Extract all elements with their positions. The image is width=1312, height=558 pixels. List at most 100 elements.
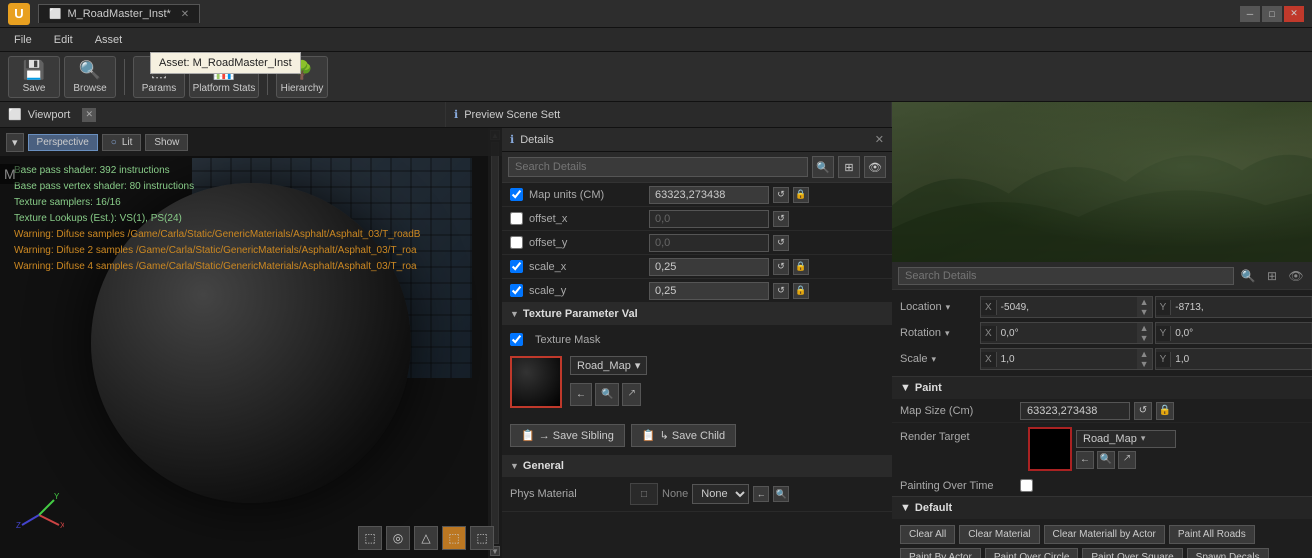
paint-all-roads-btn[interactable]: Paint All Roads [1169,525,1255,544]
rot-x-input[interactable] [997,326,1137,341]
texture-mask-checkbox[interactable] [510,333,523,346]
save-sibling-btn[interactable]: 📋 → Save Sibling [510,424,625,447]
save-button[interactable]: 💾 Save [8,56,60,98]
vp-btn-5[interactable]: ⬚ [470,526,494,550]
lit-btn[interactable]: ○ Lit [102,134,142,151]
browse-button[interactable]: 🔍 Browse [64,56,116,98]
ue-grid-btn[interactable]: ⊞ [1262,266,1282,286]
rt-back-btn[interactable]: ← [1076,451,1094,469]
tab-close-btn[interactable]: ✕ [181,9,189,20]
texture-section-header[interactable]: ▼ Texture Parameter Val [502,303,892,325]
clear-all-btn[interactable]: Clear All [900,525,955,544]
offset-y-input[interactable] [649,234,769,252]
scale-x-input[interactable] [649,258,769,276]
vp-btn-2[interactable]: ◎ [386,526,410,550]
offset-x-input[interactable] [649,210,769,228]
save-sibling-icon: 📋 [521,429,535,442]
loc-y-input[interactable] [1171,300,1311,315]
phys-material-find-btn[interactable]: 🔍 [773,486,789,502]
details-grid-btn[interactable]: ⊞ [838,156,860,178]
scale-x-reset-btn[interactable]: ↺ [773,259,789,275]
main-tab[interactable]: ⬜ M_RoadMaster_Inst* ✕ [38,4,200,23]
clear-material-btn[interactable]: Clear Material [959,525,1039,544]
viewport-tab-close[interactable]: ✕ [82,108,96,122]
phys-material-icon: □ [630,483,658,505]
details-search-input[interactable] [508,157,808,177]
spawn-decals-btn[interactable]: Spawn Decals [1187,548,1269,558]
paint-map-size-arr-btn[interactable]: ↺ [1134,402,1152,420]
ue-eye-btn[interactable]: 👁 [1286,266,1306,286]
paint-map-size-value: ↺ 🔒 [1020,402,1304,420]
map-units-checkbox[interactable] [510,188,523,201]
clear-material-by-actor-btn[interactable]: Clear Materiall by Actor [1044,525,1165,544]
rt-find-btn[interactable]: 🔍 [1097,451,1115,469]
viewport-tab-icon: ⬜ [8,108,22,121]
phys-material-back-btn[interactable]: ← [753,486,769,502]
viewport-scrollbar[interactable]: ▲ ▼ [488,128,502,558]
default-section-header[interactable]: ▼ Default [892,497,1312,519]
rt-open-btn[interactable]: 🡕 [1118,451,1136,469]
map-units-input[interactable] [649,186,769,204]
offset-y-value: ↺ [649,234,884,252]
rotation-y-wrap: Y ▲▼ [1155,322,1312,344]
offset-y-checkbox[interactable] [510,236,523,249]
scale-y-lock-btn[interactable]: 🔒 [793,283,809,299]
scale-y-reset-btn[interactable]: ↺ [773,283,789,299]
general-section-header[interactable]: ▼ General [502,455,892,477]
menu-file[interactable]: File [4,32,42,48]
vp-btn-1[interactable]: ⬚ [358,526,382,550]
texture-find-btn[interactable]: 🔍 [595,383,619,406]
location-x-wrap: X ▲▼ [980,296,1153,318]
close-btn[interactable]: ✕ [1284,6,1304,22]
rotation-arrow: ▾ [945,328,950,339]
sc-x-btn[interactable]: ▲▼ [1137,349,1152,369]
map-units-reset-btn[interactable]: ↺ [773,187,789,203]
vp-btn-4[interactable]: ⬚ [442,526,466,550]
paint-map-size-input[interactable] [1020,402,1130,420]
lit-icon: ○ [111,137,117,148]
texture-back-btn[interactable]: ← [570,383,592,406]
search-magnify-btn[interactable]: 🔍 [812,156,834,178]
minimize-btn[interactable]: ─ [1240,6,1260,22]
perspective-btn[interactable]: Perspective [28,134,98,151]
menu-edit[interactable]: Edit [44,32,83,48]
ue-search-btn[interactable]: 🔍 [1238,266,1258,286]
paint-section-header[interactable]: ▼ Paint [892,377,1312,399]
ue-search-input[interactable] [898,267,1234,285]
loc-x-input[interactable] [997,300,1137,315]
details-close-btn[interactable]: ✕ [875,133,884,146]
rot-x-btn[interactable]: ▲▼ [1137,323,1152,343]
perspective-dropdown[interactable]: ▾ [6,133,24,152]
sc-x-input[interactable] [997,352,1137,367]
texture-name-display: Road_Map ▾ [570,356,647,375]
scale-y-checkbox[interactable] [510,284,523,297]
viewport-bottom-controls: ⬚ ◎ △ ⬚ ⬚ [358,526,494,550]
paint-map-size-lock-btn[interactable]: 🔒 [1156,402,1174,420]
rot-y-input[interactable] [1171,326,1311,341]
map-units-lock-btn[interactable]: 🔒 [793,187,809,203]
painting-over-time-checkbox[interactable] [1020,479,1033,492]
map-units-label: Map units (CM) [529,189,649,201]
scale-x-checkbox[interactable] [510,260,523,273]
paint-over-circle-btn[interactable]: Paint Over Circle [985,548,1079,558]
show-btn[interactable]: Show [145,134,188,151]
maximize-btn[interactable]: □ [1262,6,1282,22]
texture-open-btn[interactable]: 🡕 [622,383,641,406]
scale-x-lock-btn[interactable]: 🔒 [793,259,809,275]
scale-y-input[interactable] [649,282,769,300]
loc-x-btn[interactable]: ▲▼ [1137,297,1152,317]
offset-x-reset-btn[interactable]: ↺ [773,211,789,227]
offset-x-checkbox[interactable] [510,212,523,225]
offset-x-value: ↺ [649,210,884,228]
paint-over-square-btn[interactable]: Paint Over Square [1082,548,1182,558]
sc-y-input[interactable] [1171,352,1311,367]
render-target-value: Road_Map ▾ ← 🔍 🡕 [1028,427,1176,471]
menu-asset[interactable]: Asset [85,32,133,48]
save-child-btn[interactable]: 📋 ↳ Save Child [631,424,736,447]
offset-y-reset-btn[interactable]: ↺ [773,235,789,251]
paint-section: ▼ Paint Map Size (Cm) ↺ 🔒 Re [892,377,1312,497]
vp-btn-3[interactable]: △ [414,526,438,550]
paint-by-actor-btn[interactable]: Paint By Actor [900,548,981,558]
details-eye-btn[interactable]: 👁 [864,156,886,178]
phys-material-dropdown[interactable]: None [692,484,749,504]
